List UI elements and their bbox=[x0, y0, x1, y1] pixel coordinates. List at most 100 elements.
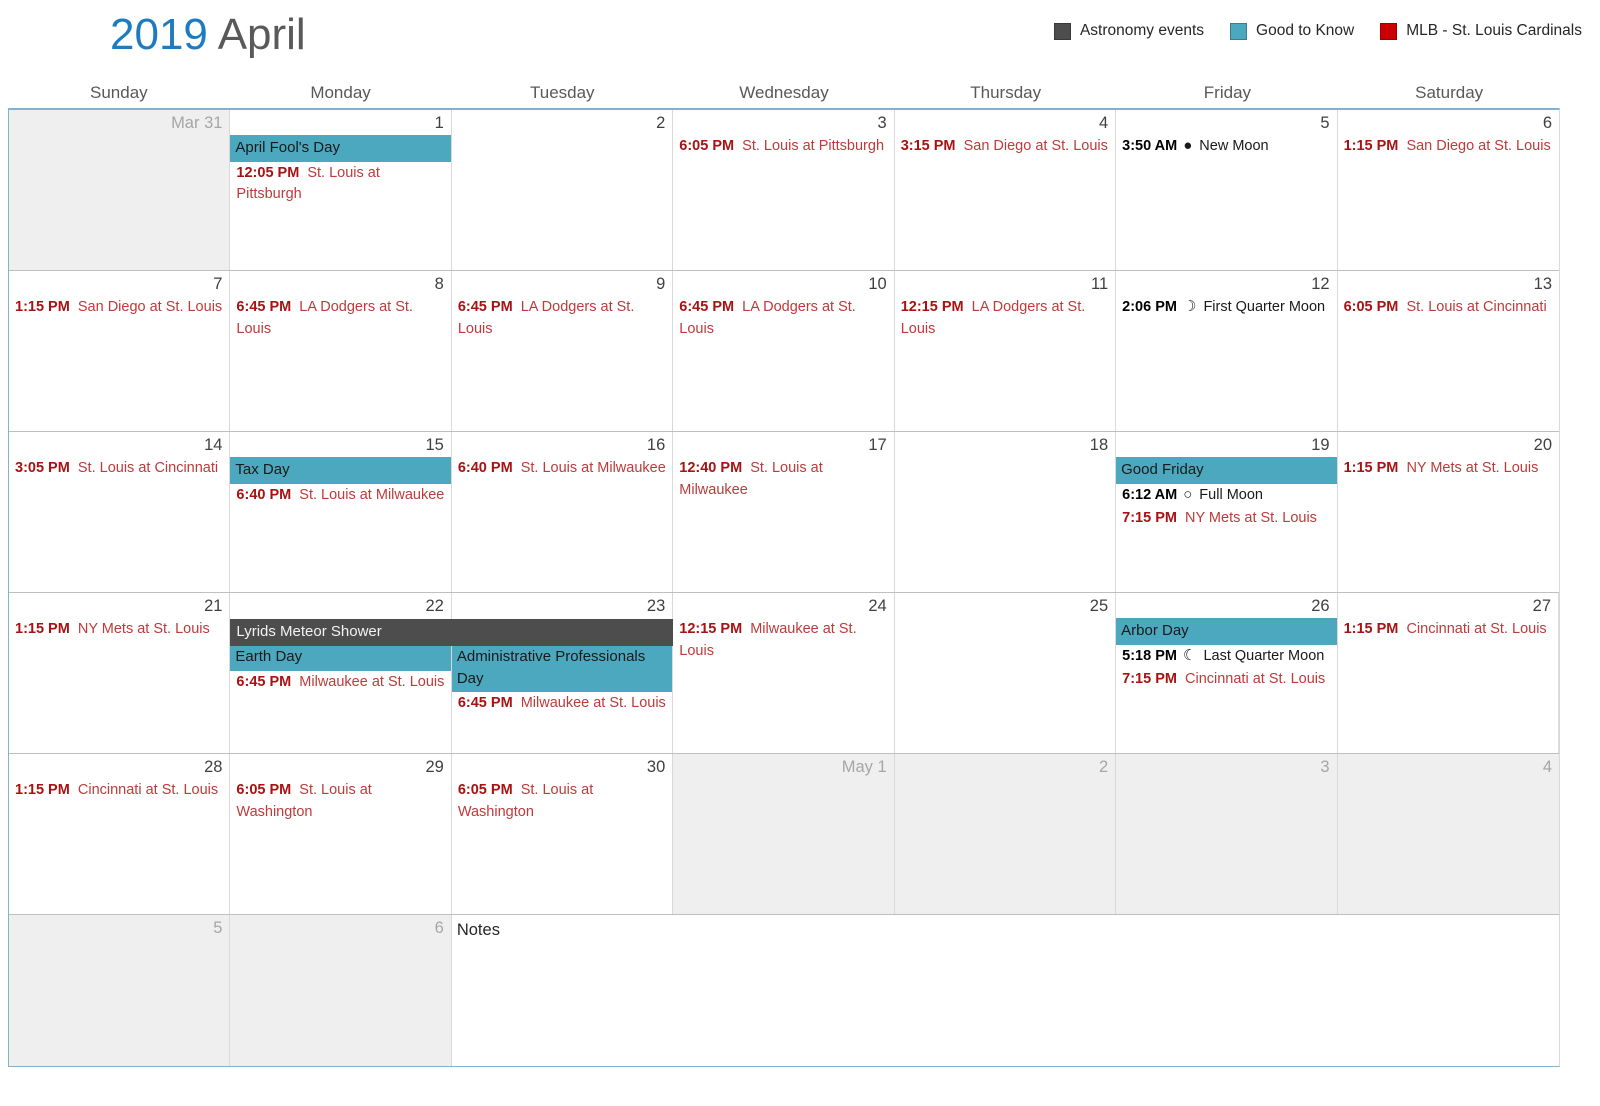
mlb-event[interactable]: 1:15 PM NY Mets at St. Louis bbox=[9, 618, 229, 642]
day-cell[interactable]: 6 1:15 PM San Diego at St. Louis bbox=[1337, 110, 1559, 270]
day-cell[interactable]: 21 1:15 PM NY Mets at St. Louis bbox=[9, 593, 231, 753]
day-cell[interactable]: 27 1:15 PM Cincinnati at St. Louis bbox=[1337, 593, 1559, 753]
day-cell[interactable]: 2 bbox=[451, 110, 674, 270]
mlb-event[interactable]: 3:05 PM St. Louis at Cincinnati bbox=[9, 457, 229, 481]
day-number: 3 bbox=[877, 114, 887, 132]
day-cell[interactable]: 12 2:06 PM ☽ First Quarter Moon bbox=[1116, 271, 1338, 431]
mlb-event[interactable]: 6:05 PM St. Louis at Pittsburgh bbox=[673, 135, 893, 159]
day-cell[interactable]: 19 Good Friday 6:12 AM ○ Full Moon 7:15 PM N… bbox=[1116, 432, 1338, 592]
day-cell[interactable]: 26 Arbor Day 5:18 PM ☾ Last Quarter Moon 7:1… bbox=[1116, 593, 1338, 753]
legend-item: Good to Know bbox=[1230, 22, 1354, 40]
day-cell[interactable]: Mar 31 bbox=[9, 110, 231, 270]
day-cell[interactable]: 30 6:05 PM St. Louis at Washington bbox=[451, 754, 674, 914]
mlb-event[interactable]: 1:15 PM San Diego at St. Louis bbox=[9, 296, 229, 320]
day-cell[interactable]: 18 bbox=[894, 432, 1117, 592]
day-events: 6:05 PM St. Louis at Pittsburgh bbox=[673, 135, 893, 159]
event-time: 1:15 PM bbox=[1343, 621, 1399, 637]
mlb-event[interactable]: 1:15 PM NY Mets at St. Louis bbox=[1338, 457, 1559, 481]
mlb-event[interactable]: 7:15 PM Cincinnati at St. Louis bbox=[1116, 668, 1336, 692]
multi-day-astronomy-band[interactable]: Lyrids Meteor Shower bbox=[230, 619, 674, 646]
day-cell[interactable]: 25 bbox=[894, 593, 1117, 753]
astronomy-event[interactable]: 3:50 AM ● New Moon bbox=[1116, 135, 1336, 159]
day-cell[interactable]: 24 12:15 PM Milwaukee at St. Louis bbox=[673, 593, 895, 753]
mlb-event[interactable]: 6:40 PM St. Louis at Milwaukee bbox=[230, 484, 450, 508]
event-time: 1:15 PM bbox=[15, 782, 70, 798]
day-number: 21 bbox=[204, 597, 223, 615]
event-time: 12:40 PM bbox=[679, 460, 743, 476]
day-number: 26 bbox=[1311, 597, 1330, 615]
mlb-event[interactable]: 1:15 PM Cincinnati at St. Louis bbox=[9, 779, 229, 803]
day-cell[interactable]: 13 6:05 PM St. Louis at Cincinnati bbox=[1337, 271, 1559, 431]
mlb-event[interactable]: 1:15 PM San Diego at St. Louis bbox=[1338, 135, 1559, 159]
day-cell[interactable]: 1 April Fool's Day 12:05 PM St. Louis at P… bbox=[230, 110, 452, 270]
day-cell[interactable]: 16 6:40 PM St. Louis at Milwaukee bbox=[451, 432, 674, 592]
holiday-event[interactable]: Good Friday bbox=[1116, 457, 1337, 484]
day-events: 12:15 PM LA Dodgers at St. Louis bbox=[895, 296, 1115, 341]
mlb-event[interactable]: 3:15 PM San Diego at St. Louis bbox=[895, 135, 1115, 159]
weekday-label-monday: Monday bbox=[310, 83, 371, 102]
event-time: 3:05 PM bbox=[15, 460, 70, 476]
legend-label: MLB - St. Louis Cardinals bbox=[1406, 22, 1582, 39]
day-cell[interactable]: 20 1:15 PM NY Mets at St. Louis bbox=[1337, 432, 1559, 592]
day-cell[interactable]: 8 6:45 PM LA Dodgers at St. Louis bbox=[230, 271, 452, 431]
day-cell[interactable]: 9 6:45 PM LA Dodgers at St. Louis bbox=[451, 271, 674, 431]
day-events: 6:45 PM LA Dodgers at St. Louis bbox=[230, 296, 450, 341]
notes-area[interactable]: Notes bbox=[451, 915, 1559, 1066]
mlb-event[interactable]: 6:45 PM LA Dodgers at St. Louis bbox=[452, 296, 672, 341]
day-cell[interactable]: 4 bbox=[1337, 754, 1559, 914]
mlb-event[interactable]: 12:40 PM St. Louis at Milwaukee bbox=[673, 457, 893, 502]
mlb-event[interactable]: 6:45 PM Milwaukee at St. Louis bbox=[452, 692, 672, 716]
day-cell[interactable]: 4 3:15 PM San Diego at St. Louis bbox=[894, 110, 1117, 270]
day-cell[interactable]: 10 6:45 PM LA Dodgers at St. Louis bbox=[673, 271, 895, 431]
day-cell[interactable]: 2 bbox=[894, 754, 1117, 914]
day-cell[interactable]: 5 bbox=[9, 915, 231, 1066]
mlb-event[interactable]: 12:15 PM LA Dodgers at St. Louis bbox=[895, 296, 1115, 341]
calendar-week-row: 21 1:15 PM NY Mets at St. Louis 22 Earth Da… bbox=[9, 593, 1559, 754]
day-cell[interactable]: 3 6:05 PM St. Louis at Pittsburgh bbox=[673, 110, 895, 270]
day-number: 28 bbox=[204, 758, 223, 776]
astronomy-event[interactable]: 6:12 AM ○ Full Moon bbox=[1116, 484, 1336, 508]
mlb-event[interactable]: 6:45 PM LA Dodgers at St. Louis bbox=[673, 296, 893, 341]
holiday-event[interactable]: Earth Day bbox=[230, 644, 451, 671]
mlb-event[interactable]: 6:05 PM St. Louis at Cincinnati bbox=[1338, 296, 1559, 320]
mlb-event[interactable]: 7:15 PM NY Mets at St. Louis bbox=[1116, 507, 1336, 531]
day-number: May 1 bbox=[841, 758, 887, 776]
day-cell[interactable]: 29 6:05 PM St. Louis at Washington bbox=[230, 754, 452, 914]
day-cell[interactable]: May 1 bbox=[673, 754, 895, 914]
mlb-event[interactable]: 6:40 PM St. Louis at Milwaukee bbox=[452, 457, 672, 481]
mlb-event[interactable]: 6:05 PM St. Louis at Washington bbox=[452, 779, 672, 824]
day-cell[interactable]: 15 Tax Day 6:40 PM St. Louis at Milwaukee bbox=[230, 432, 452, 592]
mlb-event[interactable]: 6:05 PM St. Louis at Washington bbox=[230, 779, 450, 824]
astronomy-event[interactable]: 5:18 PM ☾ Last Quarter Moon bbox=[1116, 645, 1336, 669]
moon-phase-icon: ● bbox=[1183, 137, 1193, 154]
day-events: 3:15 PM San Diego at St. Louis bbox=[895, 135, 1115, 159]
mlb-event[interactable]: 6:45 PM LA Dodgers at St. Louis bbox=[230, 296, 450, 341]
day-cell[interactable]: 23 Administrative Professionals Day 6:45 P… bbox=[451, 593, 674, 753]
astronomy-event[interactable]: 2:06 PM ☽ First Quarter Moon bbox=[1116, 296, 1336, 320]
day-cell[interactable]: 22 Earth Day 6:45 PM Milwaukee at St. Loui… bbox=[230, 593, 452, 753]
mlb-event[interactable]: 1:15 PM Cincinnati at St. Louis bbox=[1338, 618, 1558, 642]
legend-label: Good to Know bbox=[1256, 22, 1355, 39]
mlb-event[interactable]: 6:45 PM Milwaukee at St. Louis bbox=[230, 671, 450, 695]
day-number: Mar 31 bbox=[171, 114, 223, 132]
mlb-event[interactable]: 12:15 PM Milwaukee at St. Louis bbox=[673, 618, 893, 663]
day-events: 1:15 PM San Diego at St. Louis bbox=[9, 296, 229, 320]
day-cell[interactable]: 17 12:40 PM St. Louis at Milwaukee bbox=[673, 432, 895, 592]
page-title: 2019 April bbox=[110, 10, 306, 60]
holiday-event[interactable]: Tax Day bbox=[230, 457, 451, 484]
holiday-event[interactable]: April Fool's Day bbox=[230, 135, 451, 162]
day-cell[interactable]: 7 1:15 PM San Diego at St. Louis bbox=[9, 271, 231, 431]
day-cell[interactable]: 28 1:15 PM Cincinnati at St. Louis bbox=[9, 754, 231, 914]
mlb-event[interactable]: 12:05 PM St. Louis at Pittsburgh bbox=[230, 162, 450, 207]
day-cell[interactable]: 14 3:05 PM St. Louis at Cincinnati bbox=[9, 432, 231, 592]
day-cell[interactable]: 5 3:50 AM ● New Moon bbox=[1116, 110, 1338, 270]
event-time: 6:45 PM bbox=[457, 299, 513, 315]
day-cell[interactable]: 11 12:15 PM LA Dodgers at St. Louis bbox=[894, 271, 1117, 431]
day-events: 12:40 PM St. Louis at Milwaukee bbox=[673, 457, 893, 502]
event-time: 6:45 PM bbox=[679, 299, 735, 315]
day-cell[interactable]: 3 bbox=[1116, 754, 1338, 914]
holiday-event[interactable]: Administrative Professionals Day bbox=[451, 644, 673, 692]
event-time: 1:15 PM bbox=[1343, 138, 1399, 154]
day-cell[interactable]: 6 bbox=[230, 915, 452, 1066]
holiday-event[interactable]: Arbor Day bbox=[1116, 618, 1337, 645]
